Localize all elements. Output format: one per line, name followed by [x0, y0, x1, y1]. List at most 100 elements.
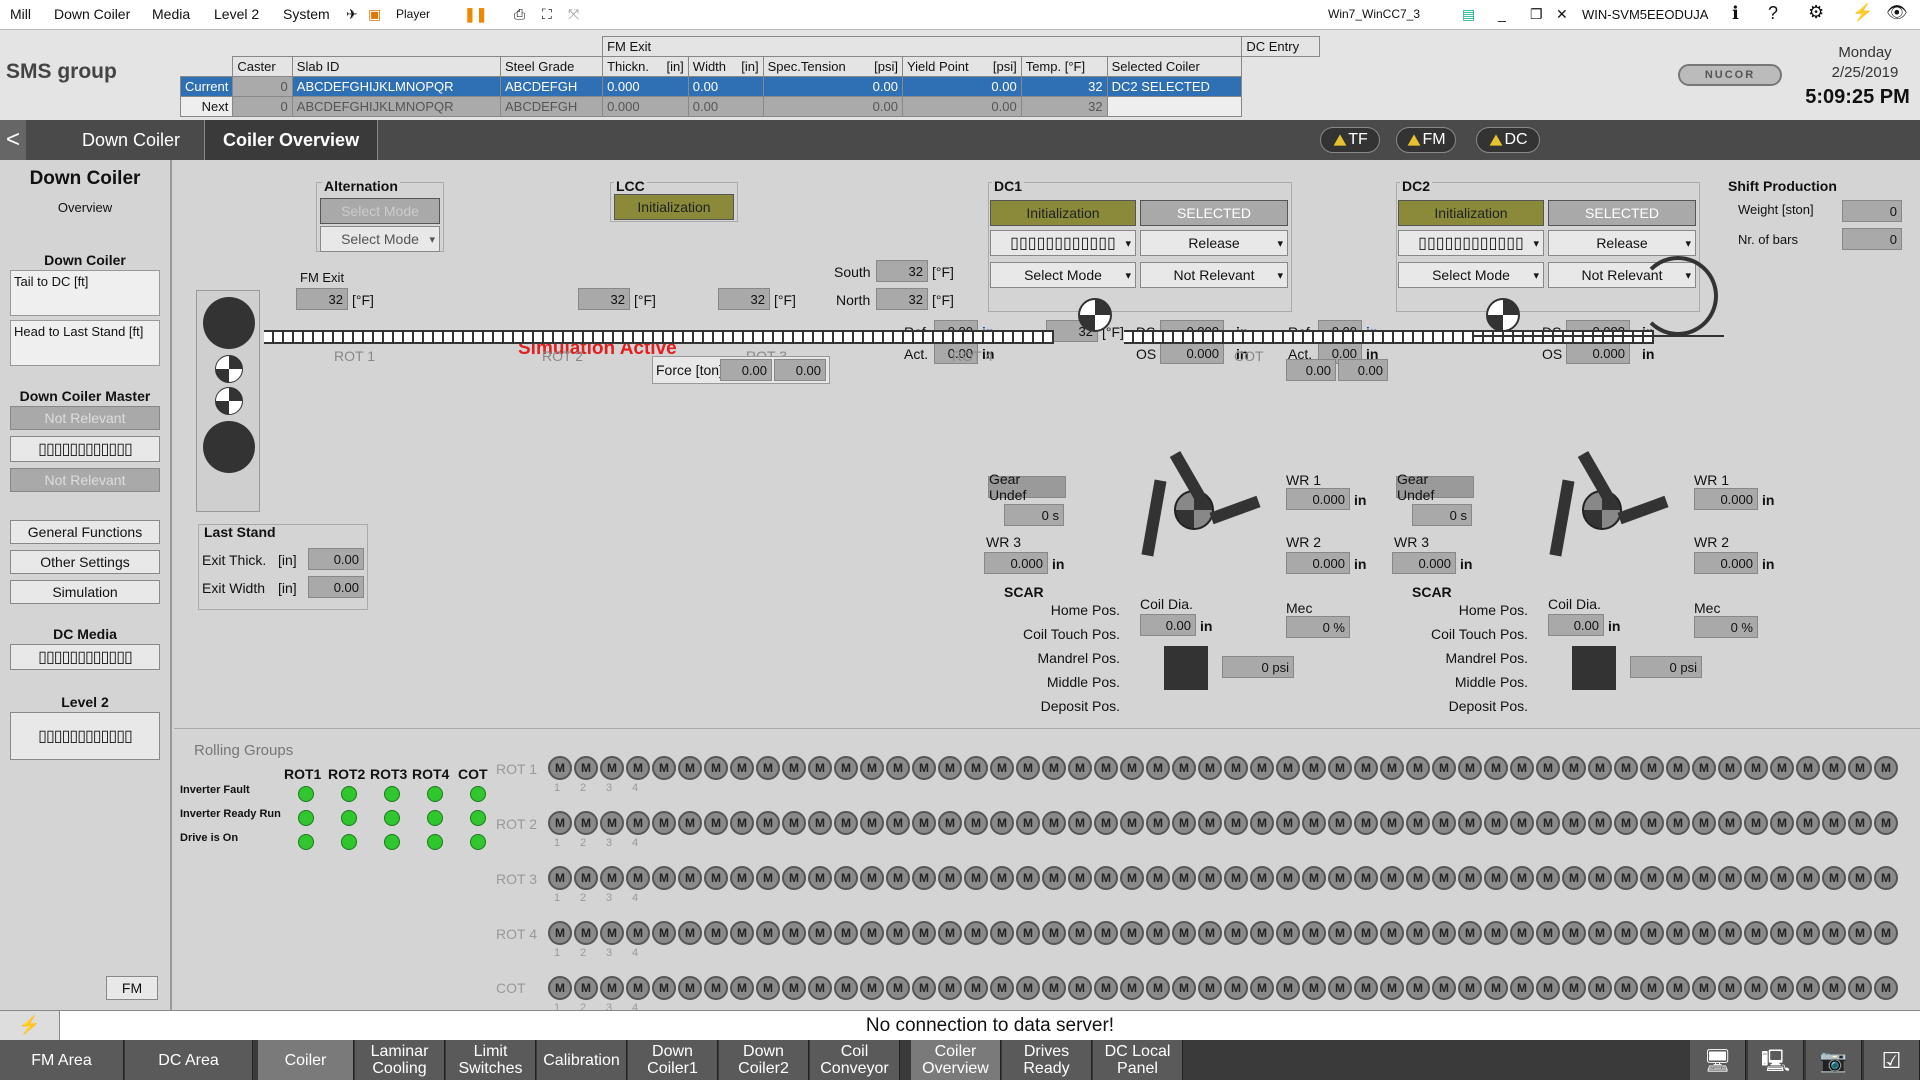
- motor-icon[interactable]: M: [1354, 976, 1378, 1000]
- motor-icon[interactable]: M: [1068, 866, 1092, 890]
- motor-icon[interactable]: M: [652, 756, 676, 780]
- motor-icon[interactable]: M: [548, 756, 572, 780]
- laminar-cooling-button[interactable]: Laminar Cooling: [355, 1040, 445, 1080]
- motor-icon[interactable]: M: [1042, 976, 1066, 1000]
- calibration-button[interactable]: Calibration: [537, 1040, 627, 1080]
- menu-level2[interactable]: Level 2: [214, 6, 259, 22]
- motor-icon[interactable]: M: [652, 866, 676, 890]
- motor-icon[interactable]: M: [756, 921, 780, 945]
- motor-icon[interactable]: M: [1458, 976, 1482, 1000]
- checklist-icon[interactable]: ☑: [1864, 1040, 1920, 1080]
- motor-icon[interactable]: M: [548, 921, 572, 945]
- dc1-dropdown[interactable]: ▯▯▯▯▯▯▯▯▯▯▯▯: [990, 230, 1136, 256]
- other-settings-button[interactable]: Other Settings: [10, 550, 160, 574]
- dc1-select-mode[interactable]: Select Mode: [990, 262, 1136, 288]
- motor-icon[interactable]: M: [704, 921, 728, 945]
- motor-icon[interactable]: M: [1614, 756, 1638, 780]
- motor-icon[interactable]: M: [808, 811, 832, 835]
- motor-icon[interactable]: M: [1588, 756, 1612, 780]
- motor-icon[interactable]: M: [1250, 811, 1274, 835]
- motor-icon[interactable]: M: [1458, 756, 1482, 780]
- motor-icon[interactable]: M: [912, 921, 936, 945]
- pin-icon[interactable]: ✈: [346, 6, 358, 23]
- simulation-button[interactable]: Simulation: [10, 580, 160, 604]
- motor-icon[interactable]: M: [834, 811, 858, 835]
- motor-icon[interactable]: M: [1328, 866, 1352, 890]
- motor-icon[interactable]: M: [574, 921, 598, 945]
- motor-icon[interactable]: M: [1250, 921, 1274, 945]
- motor-icon[interactable]: M: [1536, 976, 1560, 1000]
- motor-icon[interactable]: M: [1848, 811, 1872, 835]
- motor-icon[interactable]: M: [938, 756, 962, 780]
- motor-icon[interactable]: M: [1718, 866, 1742, 890]
- motor-icon[interactable]: M: [860, 921, 884, 945]
- motor-icon[interactable]: M: [1796, 756, 1820, 780]
- motor-icon[interactable]: M: [704, 976, 728, 1000]
- motor-icon[interactable]: M: [1874, 976, 1898, 1000]
- motor-icon[interactable]: M: [1666, 921, 1690, 945]
- motor-icon[interactable]: M: [1380, 866, 1404, 890]
- motor-icon[interactable]: M: [1770, 756, 1794, 780]
- breadcrumb-down-coiler[interactable]: Down Coiler: [64, 120, 198, 160]
- motor-icon[interactable]: M: [1770, 921, 1794, 945]
- motor-icon[interactable]: M: [1588, 811, 1612, 835]
- motor-icon[interactable]: M: [1042, 811, 1066, 835]
- row-next[interactable]: Next 0 ABCDEFGHIJKLMNOPQR ABCDEFGH 0.000…: [179, 96, 1320, 117]
- motor-icon[interactable]: M: [808, 756, 832, 780]
- motor-icon[interactable]: M: [1614, 976, 1638, 1000]
- motor-icon[interactable]: M: [1848, 756, 1872, 780]
- motor-icon[interactable]: M: [912, 866, 936, 890]
- motor-icon[interactable]: M: [1640, 811, 1664, 835]
- motor-icon[interactable]: M: [548, 811, 572, 835]
- monitor-icon[interactable]: 🖥: [1690, 1040, 1746, 1080]
- motor-icon[interactable]: M: [704, 811, 728, 835]
- motor-icon[interactable]: M: [1198, 866, 1222, 890]
- motor-icon[interactable]: M: [652, 921, 676, 945]
- motor-icon[interactable]: M: [834, 756, 858, 780]
- motor-icon[interactable]: M: [886, 921, 910, 945]
- motor-icon[interactable]: M: [860, 976, 884, 1000]
- motor-icon[interactable]: M: [730, 976, 754, 1000]
- motor-icon[interactable]: M: [756, 976, 780, 1000]
- motor-icon[interactable]: M: [1432, 756, 1456, 780]
- motor-icon[interactable]: M: [990, 756, 1014, 780]
- motor-icon[interactable]: M: [1276, 976, 1300, 1000]
- motor-icon[interactable]: M: [1510, 921, 1534, 945]
- dc-local-panel-button[interactable]: DC Local Panel: [1093, 1040, 1183, 1080]
- motor-icon[interactable]: M: [834, 866, 858, 890]
- back-button[interactable]: <: [0, 120, 27, 160]
- motor-icon[interactable]: M: [1276, 921, 1300, 945]
- motor-icon[interactable]: M: [1770, 976, 1794, 1000]
- motor-icon[interactable]: M: [1614, 866, 1638, 890]
- minimize-icon[interactable]: _: [1498, 6, 1506, 22]
- motor-icon[interactable]: M: [1172, 976, 1196, 1000]
- dc2-release[interactable]: Release: [1548, 230, 1696, 256]
- motor-icon[interactable]: M: [652, 811, 676, 835]
- motor-icon[interactable]: M: [1146, 756, 1170, 780]
- motor-icon[interactable]: M: [1120, 811, 1144, 835]
- menu-media[interactable]: Media: [152, 6, 190, 22]
- motor-icon[interactable]: M: [1536, 921, 1560, 945]
- motor-icon[interactable]: M: [1198, 756, 1222, 780]
- motor-icon[interactable]: M: [938, 921, 962, 945]
- motor-icon[interactable]: M: [1380, 921, 1404, 945]
- motor-icon[interactable]: M: [1718, 756, 1742, 780]
- motor-icon[interactable]: M: [704, 866, 728, 890]
- motor-icon[interactable]: M: [678, 921, 702, 945]
- motor-icon[interactable]: M: [678, 811, 702, 835]
- motor-icon[interactable]: M: [1146, 921, 1170, 945]
- motor-icon[interactable]: M: [1484, 921, 1508, 945]
- motor-icon[interactable]: M: [834, 921, 858, 945]
- motor-icon[interactable]: M: [990, 811, 1014, 835]
- motor-icon[interactable]: M: [678, 866, 702, 890]
- motor-icon[interactable]: M: [1406, 866, 1430, 890]
- motor-icon[interactable]: M: [964, 811, 988, 835]
- motor-icon[interactable]: M: [1068, 921, 1092, 945]
- motor-icon[interactable]: M: [1120, 976, 1144, 1000]
- motor-icon[interactable]: M: [1614, 921, 1638, 945]
- limit-switches-button[interactable]: Limit Switches: [446, 1040, 536, 1080]
- motor-icon[interactable]: M: [1692, 866, 1716, 890]
- motor-icon[interactable]: M: [1432, 976, 1456, 1000]
- alarm-lightning-icon[interactable]: ⚡: [0, 1011, 60, 1040]
- help-icon[interactable]: ?: [1768, 3, 1778, 24]
